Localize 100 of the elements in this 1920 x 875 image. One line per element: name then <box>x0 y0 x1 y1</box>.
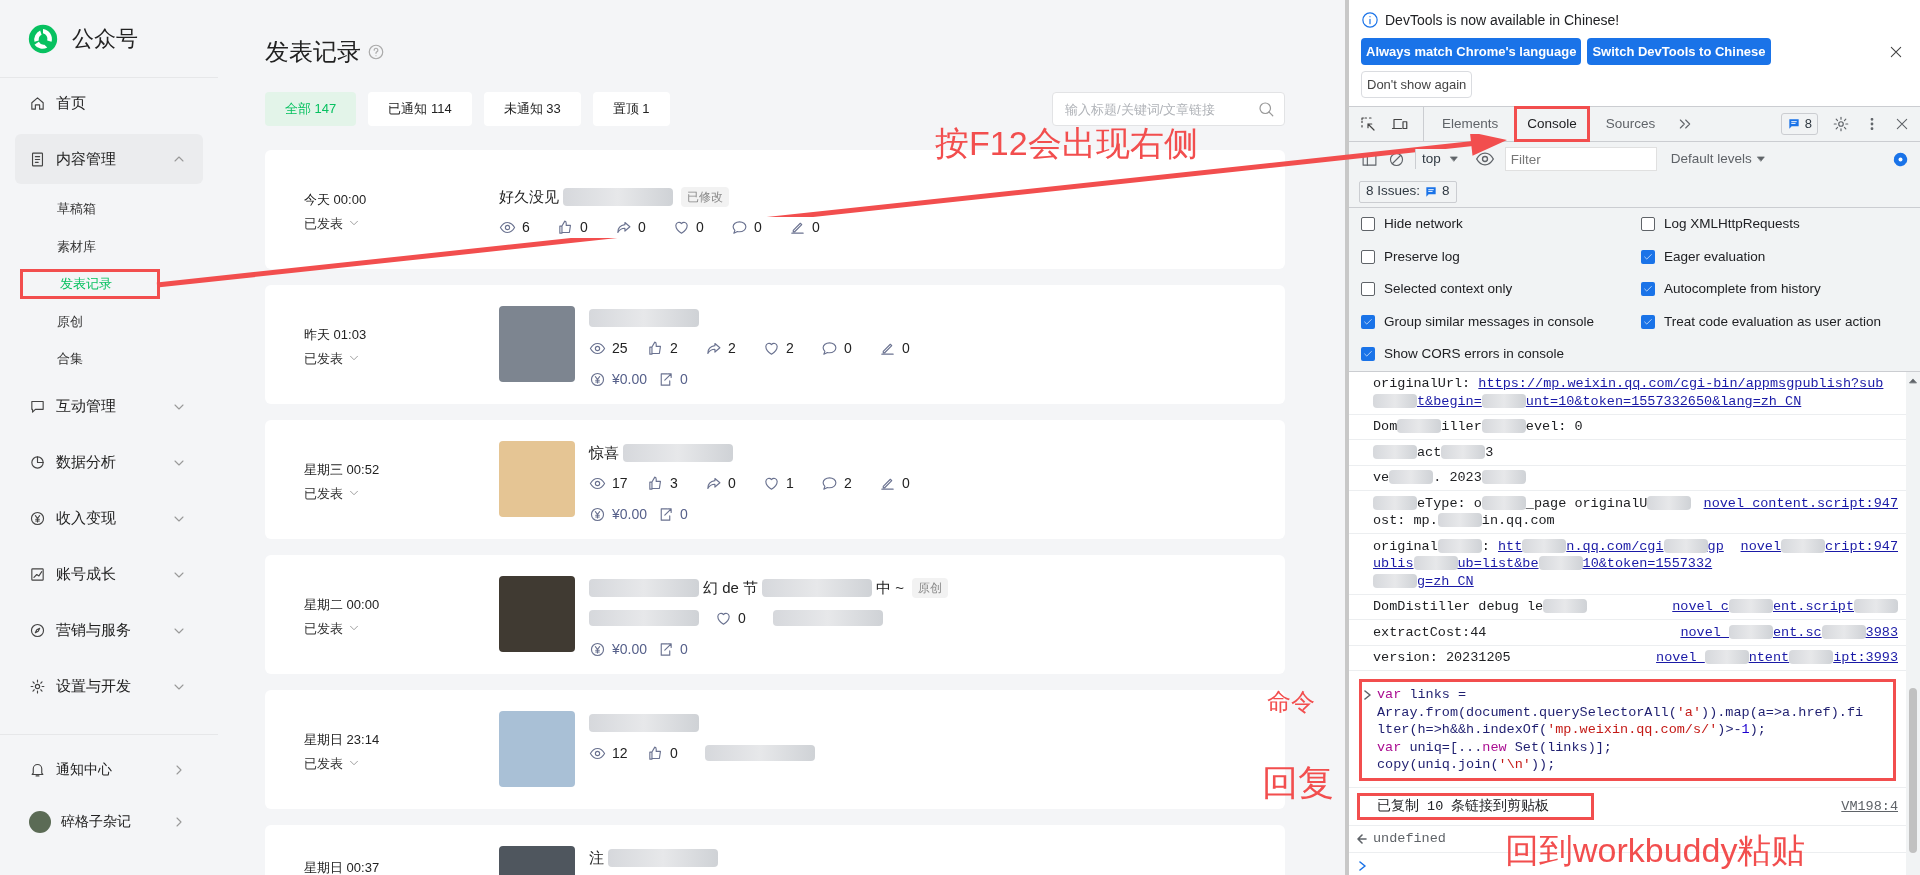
page-title: 发表记录 <box>265 37 361 67</box>
tag-label: 原创 <box>911 578 948 598</box>
stat-value: 0 <box>670 743 678 763</box>
checkmark-icon <box>1363 316 1373 327</box>
close-icon[interactable] <box>1894 116 1910 132</box>
nav-item[interactable]: 数据分析 <box>15 437 203 488</box>
info-icon <box>1361 11 1379 29</box>
nav-subitem[interactable]: 合集 <box>20 343 128 374</box>
source-link[interactable]: novel_ ent.sc 3983 <box>1668 623 1898 641</box>
source-link[interactable]: novel_c ent.script <box>1660 598 1898 616</box>
nav-subitem[interactable]: 草稿箱 <box>20 193 141 224</box>
yen-circle-icon <box>29 510 46 527</box>
dropdown-arrow-icon <box>1755 154 1766 164</box>
message-icon <box>1786 117 1801 131</box>
nav-item[interactable]: 首页 <box>15 78 203 128</box>
console-output: 已复制 10 条链接到剪贴板 <box>1357 792 1595 820</box>
source-link[interactable]: novel cript:947 <box>1728 537 1898 555</box>
stat-value: ¥0.00 <box>612 639 648 659</box>
post-title: 好久没见 <box>499 186 559 207</box>
stat-value: ¥0.00 <box>612 369 648 389</box>
stat-value: 0 <box>728 473 736 493</box>
stat-value: 2 <box>786 338 794 358</box>
post-status: 已发表 <box>304 484 343 503</box>
stat-value: 0 <box>812 217 820 237</box>
nav-item[interactable]: 营销与服务 <box>15 605 203 656</box>
nav-subitem[interactable]: 素材库 <box>20 231 141 262</box>
result-arrow-icon <box>1357 833 1367 844</box>
setting-label: Autocomplete from history <box>1664 280 1821 299</box>
stat-value: 0 <box>580 217 588 237</box>
post-status: 已发表 <box>304 349 343 368</box>
source-link[interactable]: novel_content.script:947 <box>1691 494 1898 512</box>
stat-value: 0 <box>738 608 746 628</box>
chat-bubble-icon <box>29 398 46 415</box>
filter-tab[interactable]: 未通知 33 <box>483 92 581 126</box>
thumbs-up-icon <box>647 474 664 492</box>
document-icon <box>29 150 46 168</box>
checkmark-icon <box>1643 316 1653 327</box>
source-link[interactable]: VM198:4 <box>1841 797 1898 815</box>
checkbox[interactable] <box>1641 282 1655 297</box>
yen-circle-icon <box>589 505 606 523</box>
stat-value: 25 <box>612 338 628 358</box>
nav-item[interactable]: 碎格子杂记 <box>15 796 203 847</box>
filter-field[interactable]: Filter <box>1504 147 1657 171</box>
stat-value: 0 <box>680 639 688 659</box>
issues-button[interactable]: 8 Issues: 8 <box>1359 180 1457 203</box>
language-button[interactable]: Always match Chrome's language <box>1361 38 1582 65</box>
thumbs-up-icon <box>647 744 664 762</box>
nav-item[interactable]: 通知中心 <box>15 744 203 795</box>
checkbox[interactable] <box>1361 217 1375 232</box>
checkbox[interactable] <box>1641 217 1655 232</box>
checkbox[interactable] <box>1361 249 1375 264</box>
help-icon <box>367 43 385 61</box>
checkbox[interactable] <box>1361 282 1375 297</box>
pie-chart-icon <box>29 454 46 471</box>
devtools-tab[interactable]: Sources <box>1597 109 1664 139</box>
inspect-element-icon[interactable] <box>1359 115 1377 133</box>
stat-value: ¥0.00 <box>612 504 648 524</box>
nav-item[interactable]: 互动管理 <box>15 381 203 432</box>
setting-label: Hide network <box>1384 215 1463 234</box>
home-icon <box>29 94 46 112</box>
banner-message: DevTools is now available in Chinese! <box>1385 10 1620 30</box>
nav-item[interactable]: 内容管理 <box>15 134 203 184</box>
filter-tab[interactable]: 置顶 1 <box>592 92 670 126</box>
setting-label: Log XMLHttpRequests <box>1664 215 1800 234</box>
filter-tab[interactable]: 已通知 114 <box>368 92 472 126</box>
checkbox[interactable] <box>1641 314 1655 329</box>
checkbox[interactable] <box>1361 347 1375 362</box>
console-command: var links = Array.from(document.querySelectorAll('a')).map(a=>a.href).filter(h=>h&&h.indexOf('mp.weixin.qq.com/s/')>-1); var uniq=[...new Set(links)]; copy(uniq.join('\n')); <box>1377 686 1865 774</box>
stat-value: 3 <box>670 473 678 493</box>
thumbs-up-icon <box>557 218 574 236</box>
nav-subitem[interactable]: 原创 <box>20 306 128 337</box>
search-field[interactable]: 输入标题/关键词/文章链接 <box>1052 92 1285 126</box>
nav-item[interactable]: 收入变现 <box>15 493 203 544</box>
issues-button[interactable]: 8 <box>1780 113 1818 135</box>
yen-circle-icon <box>589 370 606 388</box>
post-title: 注 <box>589 847 604 868</box>
stat-value: 0 <box>754 217 762 237</box>
dismiss-button[interactable]: Don't show again <box>1361 71 1473 98</box>
post-title: 幻 de 节 <box>703 577 759 598</box>
checkbox[interactable] <box>1361 314 1375 329</box>
scroll-up-icon[interactable] <box>1908 375 1918 386</box>
nav-item[interactable]: 设置与开发 <box>15 661 203 712</box>
prompt-chevron-icon[interactable] <box>1359 860 1366 871</box>
console-message: act 3 <box>1373 443 1898 461</box>
scrollbar-thumb[interactable] <box>1909 688 1917 853</box>
post-title: 中 ~ <box>876 577 904 598</box>
devtools-tab[interactable]: Console <box>1514 106 1590 142</box>
stat-value: 0 <box>844 338 852 358</box>
stat-value: 0 <box>902 338 910 358</box>
levels-dropdown[interactable]: Default levels <box>1670 148 1766 170</box>
nav-item[interactable]: 账号成长 <box>15 549 203 600</box>
language-button[interactable]: Switch DevTools to Chinese <box>1587 38 1771 65</box>
stat-value: 1 <box>786 473 794 493</box>
checkbox[interactable] <box>1641 249 1655 264</box>
trend-chart-icon <box>29 566 46 583</box>
console-message: DomDistiller debug le <box>1373 598 1661 616</box>
console-message: eType: o _page originalU ost: mp. in.qq.com <box>1373 494 1692 530</box>
bell-icon <box>29 761 46 778</box>
source-link[interactable]: novel_ ntent ipt:3993 <box>1644 649 1898 667</box>
stat-value: 2 <box>728 338 736 358</box>
